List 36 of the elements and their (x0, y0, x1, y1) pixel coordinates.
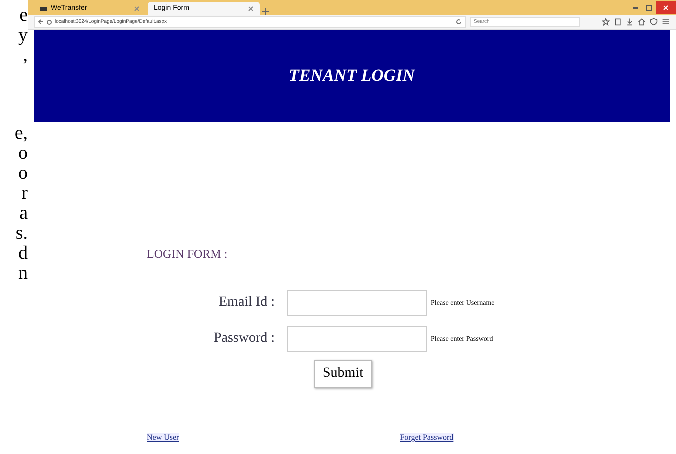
shield-icon[interactable] (650, 18, 658, 26)
document-text: y (18, 26, 28, 46)
page-title: TENANT LOGIN (288, 66, 416, 86)
home-icon[interactable] (638, 18, 646, 26)
document-text: s. (16, 224, 28, 244)
site-icon (40, 6, 47, 10)
star-icon[interactable] (602, 18, 610, 26)
submit-button[interactable]: Submit (314, 360, 372, 388)
plus-icon[interactable] (262, 8, 269, 15)
clipboard-icon[interactable] (614, 18, 622, 26)
document-text: r (22, 184, 28, 204)
close-button[interactable] (656, 1, 676, 14)
maximize-icon[interactable] (646, 4, 652, 10)
info-icon (47, 20, 52, 24)
input-field[interactable] (287, 326, 427, 352)
document-text: n (18, 264, 28, 284)
close-icon[interactable] (248, 6, 254, 12)
link[interactable]: Forget Password (400, 433, 454, 442)
document-text: d (18, 244, 28, 264)
form-heading: LOGIN FORM : (147, 247, 229, 262)
link[interactable]: New User (147, 433, 180, 442)
document-text: e, (14, 124, 28, 144)
field-label: Password : (212, 331, 276, 347)
document-text: e (20, 6, 28, 26)
document-text: , (23, 46, 28, 66)
field-label: Email Id : (218, 295, 276, 311)
minimize-icon[interactable] (632, 6, 638, 8)
download-icon[interactable] (626, 18, 634, 26)
menu-icon[interactable] (662, 18, 670, 26)
close-icon (663, 4, 669, 10)
input-field[interactable] (287, 290, 427, 316)
document-text: a (20, 204, 28, 224)
document-text: o (18, 144, 28, 164)
back-arrow-icon[interactable] (38, 19, 44, 25)
reload-icon[interactable] (456, 19, 462, 25)
document-text: o (18, 164, 28, 184)
